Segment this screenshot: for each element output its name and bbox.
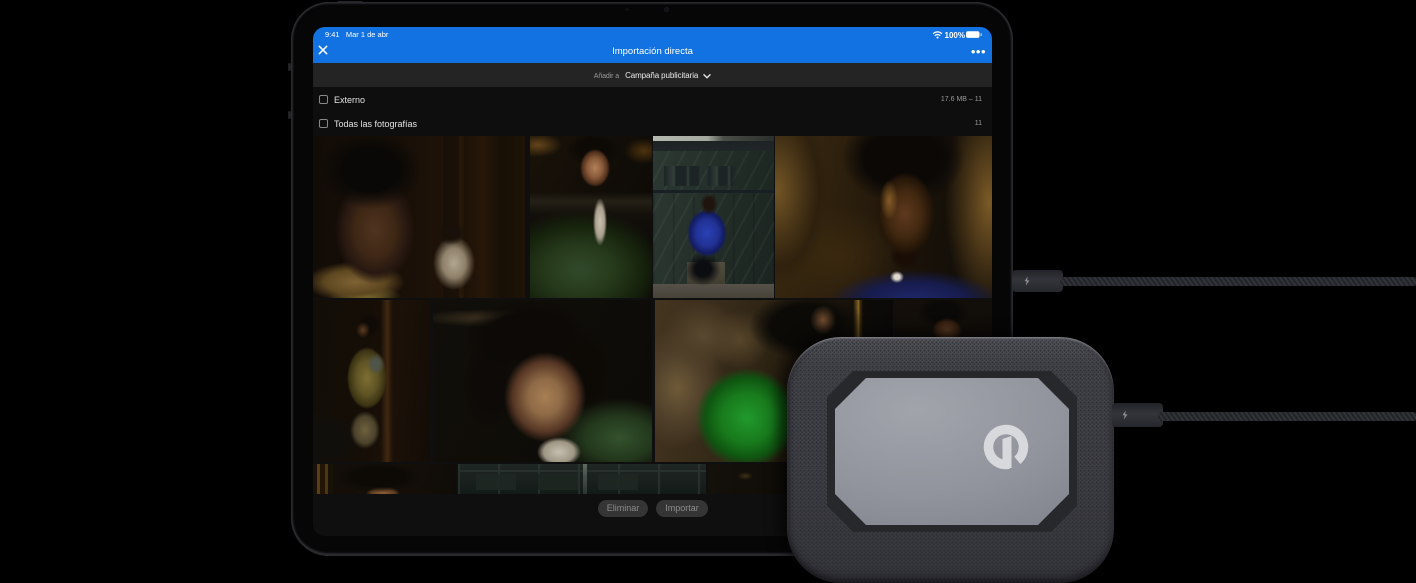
svg-text:100%: 100% xyxy=(945,31,965,39)
